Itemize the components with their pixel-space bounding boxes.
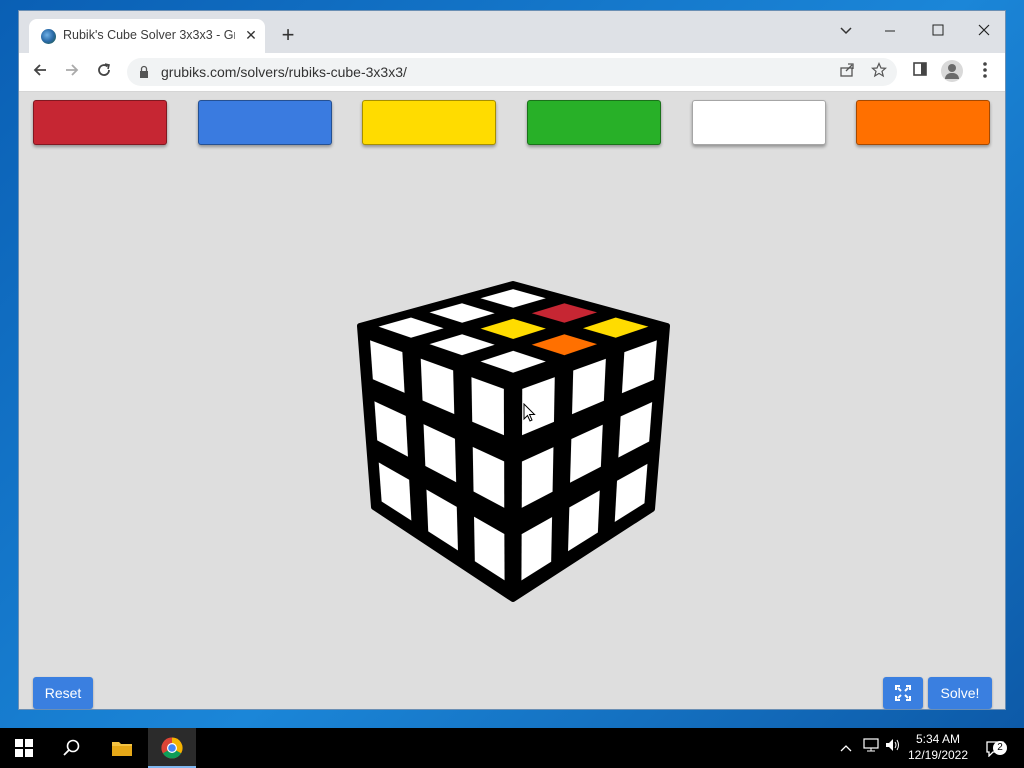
chevron-down-icon: [840, 27, 852, 35]
browser-window: Rubik's Cube Solver 3x3x3 - Grubiks ✕ + …: [18, 10, 1006, 710]
windows-logo-icon: [15, 739, 33, 757]
cube-3d-view[interactable]: [19, 92, 1005, 709]
solve-button[interactable]: Solve!: [928, 677, 992, 709]
forward-button[interactable]: [59, 59, 85, 85]
star-icon[interactable]: [869, 62, 889, 82]
more-menu-icon[interactable]: [974, 61, 996, 83]
solver-page: Reset Solve!: [19, 92, 1005, 709]
browser-tab[interactable]: Rubik's Cube Solver 3x3x3 - Grubiks ✕: [29, 19, 265, 53]
notification-count-badge: 2: [993, 741, 1007, 755]
back-button[interactable]: [27, 59, 53, 85]
reset-button[interactable]: Reset: [33, 677, 93, 709]
maximize-button[interactable]: [923, 17, 953, 45]
profile-avatar-icon[interactable]: [941, 60, 963, 82]
minimize-icon: [885, 30, 895, 32]
close-window-button[interactable]: [969, 17, 999, 45]
tab-title: Rubik's Cube Solver 3x3x3 - Grubiks: [63, 28, 235, 42]
globe-icon: [41, 29, 56, 44]
browser-toolbar: grubiks.com/solvers/rubiks-cube-3x3x3/: [19, 53, 1005, 92]
address-bar[interactable]: grubiks.com/solvers/rubiks-cube-3x3x3/: [127, 58, 897, 86]
start-button[interactable]: [0, 728, 48, 768]
clock-date: 12/19/2022: [907, 748, 969, 762]
chrome-taskbar-button[interactable]: [148, 728, 196, 768]
chrome-icon: [161, 737, 183, 759]
close-icon: [978, 24, 990, 36]
show-hidden-icons-button[interactable]: [836, 728, 856, 768]
arrow-left-icon: [33, 64, 46, 76]
windows-taskbar: 5:34 AM 12/19/2022 2: [0, 728, 1024, 768]
mouse-cursor-icon: [523, 403, 536, 422]
fullscreen-button[interactable]: [883, 677, 923, 709]
search-button[interactable]: [48, 728, 96, 768]
folder-icon: [112, 742, 132, 756]
url-text: grubiks.com/solvers/rubiks-cube-3x3x3/: [161, 64, 407, 80]
tab-close-icon[interactable]: ✕: [243, 27, 259, 43]
reload-button[interactable]: [91, 59, 117, 85]
tab-search-button[interactable]: [831, 17, 861, 45]
taskbar-clock[interactable]: 5:34 AM 12/19/2022: [900, 731, 976, 763]
notification-center-button[interactable]: 2: [980, 728, 1010, 768]
arrow-right-icon: [66, 64, 79, 76]
network-icon[interactable]: [860, 728, 882, 768]
fullscreen-icon: [895, 685, 911, 701]
file-explorer-button[interactable]: [98, 728, 146, 768]
lock-icon: [140, 65, 148, 78]
clock-time: 5:34 AM: [915, 732, 961, 746]
new-tab-button[interactable]: +: [277, 24, 299, 47]
share-icon[interactable]: [837, 62, 857, 82]
browser-titlebar: Rubik's Cube Solver 3x3x3 - Grubiks ✕ +: [19, 11, 1005, 53]
chevron-up-icon: [840, 745, 852, 752]
maximize-icon: [932, 24, 944, 36]
reload-icon: [98, 63, 110, 76]
minimize-button[interactable]: [875, 17, 905, 45]
search-icon: [63, 739, 80, 756]
side-panel-icon[interactable]: [909, 61, 931, 83]
